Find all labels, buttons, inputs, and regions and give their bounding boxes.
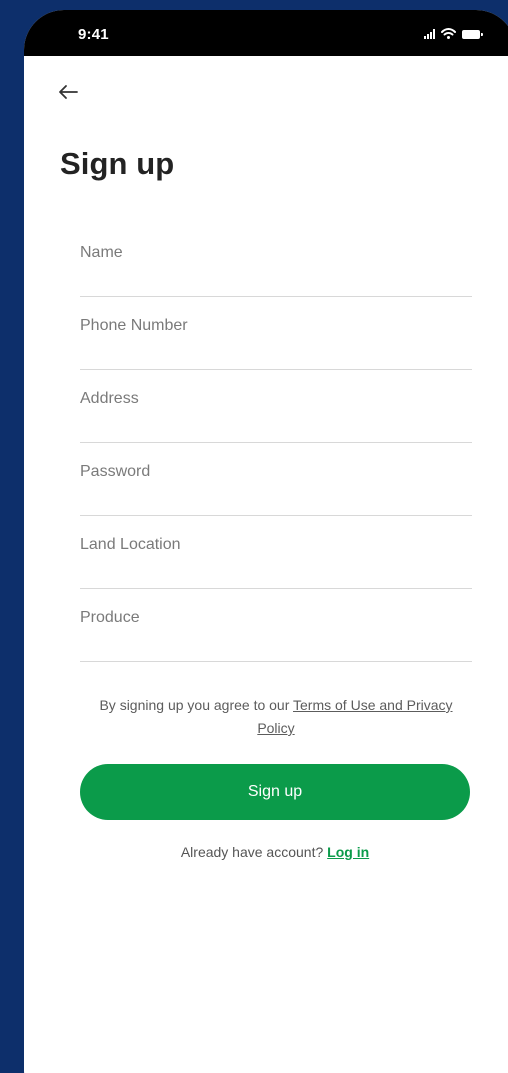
address-field-container: [80, 370, 472, 443]
page-title: Sign up: [60, 146, 175, 181]
password-field-container: [80, 443, 472, 516]
land-location-field-container: [80, 516, 472, 589]
phone-screen: 9:41 Sign up: [24, 10, 508, 1073]
phone-number-field-container: [80, 297, 472, 370]
password-input[interactable]: [80, 458, 472, 486]
terms-prefix: By signing up you agree to our: [99, 697, 294, 713]
signal-icon: [424, 29, 435, 39]
screen-background: 9:41 Sign up Name Phone Number Address L…: [0, 0, 508, 1073]
signup-button[interactable]: Sign up: [80, 764, 470, 820]
login-prompt-row: Already have account? Log in: [80, 844, 470, 860]
name-field-container: [80, 224, 472, 297]
arrow-left-icon: [59, 85, 78, 99]
produce-field-container: [80, 589, 472, 662]
name-input[interactable]: [80, 239, 472, 267]
login-prompt: Already have account?: [180, 844, 328, 860]
wifi-icon: [441, 28, 456, 39]
status-bar: 9:41: [24, 10, 508, 56]
status-time: 9:41: [78, 26, 109, 43]
land-location-input[interactable]: [80, 531, 472, 559]
phone-number-input[interactable]: [80, 312, 472, 340]
produce-input[interactable]: [80, 604, 472, 632]
battery-icon: [462, 29, 483, 39]
back-button[interactable]: [54, 80, 82, 104]
terms-notice: By signing up you agree to our Terms of …: [80, 694, 472, 740]
status-icons: [424, 26, 483, 42]
address-input[interactable]: [80, 385, 472, 413]
login-link[interactable]: Log in: [327, 844, 369, 860]
signup-form: [80, 224, 472, 662]
